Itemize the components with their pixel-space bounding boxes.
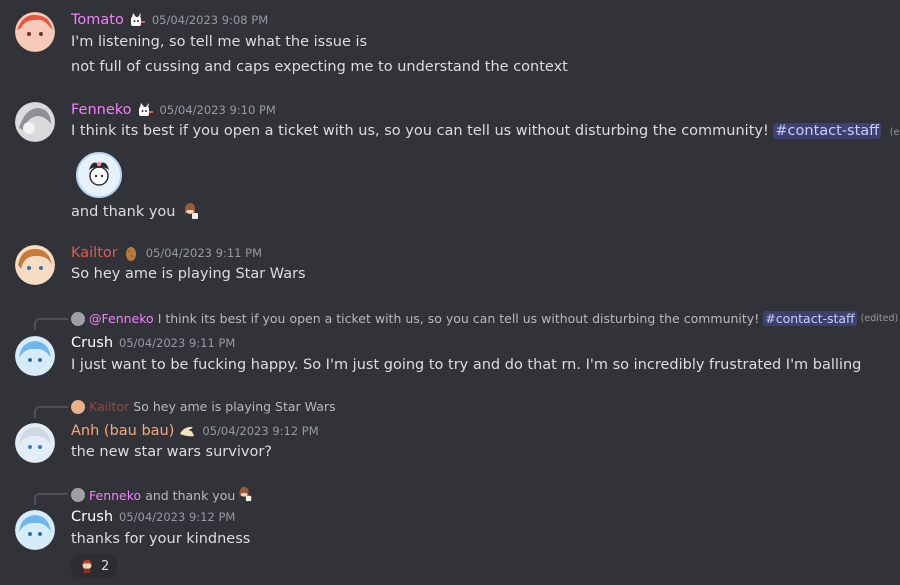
reply-connector bbox=[34, 318, 68, 330]
message-text: I'm listening, so tell me what the issue… bbox=[71, 34, 368, 50]
reply-author[interactable]: Kailtor bbox=[89, 399, 129, 414]
reply-preview[interactable]: @Fenneko I think its best if you open a … bbox=[71, 311, 898, 326]
reply-connector bbox=[34, 493, 68, 505]
reply-text: I think its best if you open a ticket wi… bbox=[157, 311, 760, 326]
channel-mention[interactable]: #contact-staff bbox=[773, 123, 882, 139]
avatar-anh[interactable] bbox=[15, 423, 55, 463]
channel-mention[interactable]: #contact-staff bbox=[763, 311, 857, 326]
username[interactable]: Crush bbox=[71, 335, 113, 351]
username[interactable]: Fenneko bbox=[71, 102, 132, 118]
reply-author[interactable]: @Fenneko bbox=[89, 311, 154, 326]
avatar-crush[interactable] bbox=[15, 510, 55, 550]
edited-label: (edited) bbox=[860, 313, 899, 324]
timestamp: 05/04/2023 9:10 PM bbox=[159, 103, 276, 117]
anime-girl-emoji-icon bbox=[237, 486, 255, 504]
message-line: and thank you bbox=[71, 202, 200, 220]
avatar-fenneko[interactable] bbox=[15, 102, 55, 142]
message-line: I think its best if you open a ticket wi… bbox=[71, 123, 900, 139]
message-text: I think its best if you open a ticket wi… bbox=[71, 123, 769, 139]
username[interactable]: Kailtor bbox=[71, 245, 118, 261]
timestamp: 05/04/2023 9:08 PM bbox=[151, 13, 269, 27]
reaction-count: 2 bbox=[101, 558, 110, 574]
reply-preview[interactable]: Kailtor So hey ame is playing Star Wars bbox=[71, 399, 336, 414]
message-text: I just want to be fucking happy. So I'm … bbox=[71, 357, 862, 373]
kuromi-sticker-icon[interactable] bbox=[76, 152, 122, 198]
reply-preview[interactable]: Fenneko and thank you bbox=[71, 486, 255, 504]
reply-author[interactable]: Fenneko bbox=[89, 488, 141, 503]
reply-text: and thank you bbox=[145, 487, 236, 503]
cat-sticker-icon bbox=[128, 11, 146, 29]
shark-icon bbox=[178, 422, 196, 440]
reply-avatar bbox=[71, 311, 85, 326]
avatar-kailtor[interactable] bbox=[15, 245, 55, 285]
potato-icon bbox=[122, 244, 140, 262]
reaction-button[interactable]: 2 bbox=[71, 554, 118, 578]
message-text: not full of cussing and caps expecting m… bbox=[71, 59, 568, 75]
username[interactable]: Tomato bbox=[71, 12, 124, 28]
avatar-tomato[interactable] bbox=[15, 12, 55, 52]
cat-sticker-icon bbox=[136, 101, 154, 119]
reply-avatar bbox=[71, 399, 85, 414]
reply-connector bbox=[34, 406, 68, 418]
timestamp: 05/04/2023 9:11 PM bbox=[145, 246, 262, 260]
username[interactable]: Crush bbox=[71, 509, 113, 525]
message-text: So hey ame is playing Star Wars bbox=[71, 266, 306, 282]
message-text: thanks for your kindness bbox=[71, 531, 251, 547]
timestamp: 05/04/2023 9:11 PM bbox=[119, 336, 236, 350]
username[interactable]: Anh (bau bau) bbox=[71, 423, 174, 439]
edited-label: (edited) bbox=[889, 127, 900, 138]
reply-text: So hey ame is playing Star Wars bbox=[133, 399, 336, 414]
anime-girl-emoji-icon bbox=[79, 558, 95, 574]
avatar-crush[interactable] bbox=[15, 336, 55, 376]
timestamp: 05/04/2023 9:12 PM bbox=[202, 424, 319, 438]
message-text: the new star wars survivor? bbox=[71, 444, 272, 460]
reply-avatar bbox=[71, 488, 85, 502]
message-text: and thank you bbox=[71, 204, 176, 220]
timestamp: 05/04/2023 9:12 PM bbox=[119, 510, 236, 524]
anime-girl-emoji-icon bbox=[182, 202, 200, 220]
